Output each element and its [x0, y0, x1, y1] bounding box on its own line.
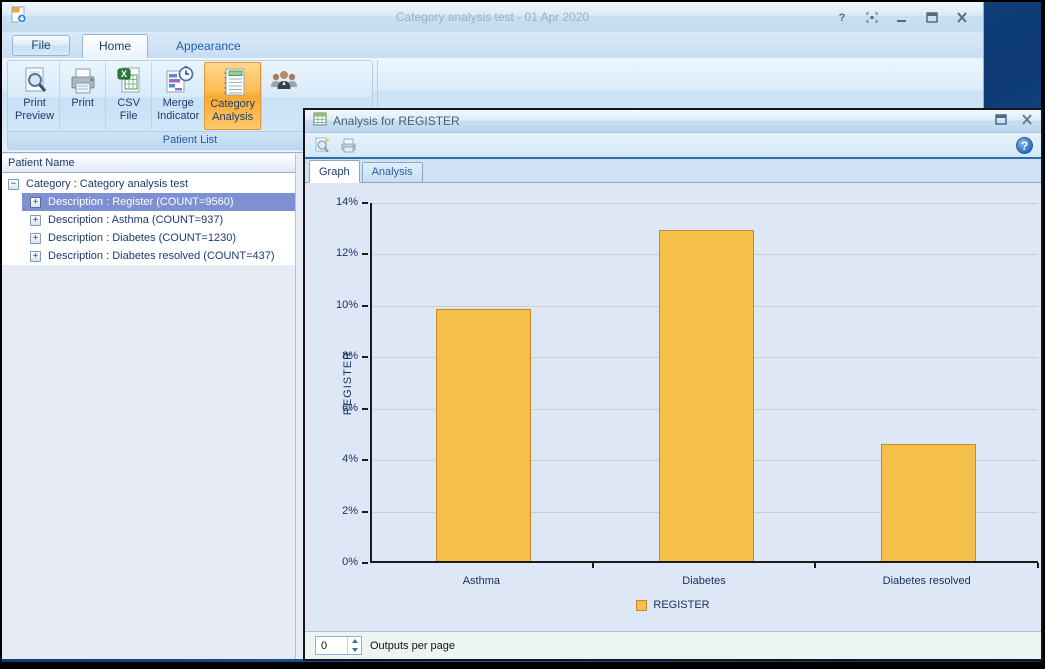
maximize-icon[interactable]	[925, 11, 939, 23]
outputs-per-page-label: Outputs per page	[370, 639, 456, 652]
ribbon-button-category-analysis[interactable]: Category Analysis	[204, 62, 261, 130]
y-axis-tick	[362, 356, 368, 359]
analysis-window-icon	[313, 112, 327, 131]
tab-appearance[interactable]: Appearance	[160, 35, 257, 58]
ribbon-tabs-row: File Home Appearance	[2, 32, 983, 58]
analysis-window-title: Analysis for REGISTER	[333, 114, 460, 128]
y-tick-label: 8%	[342, 350, 358, 363]
x-axis-tick	[1037, 563, 1039, 568]
x-category-label: Asthma	[462, 575, 500, 587]
expand-icon[interactable]: +	[30, 196, 41, 208]
tab-home[interactable]: Home	[82, 34, 149, 58]
spinner-up-icon[interactable]	[348, 637, 361, 646]
tab-file[interactable]: File	[12, 35, 70, 56]
y-axis-tick	[362, 253, 368, 256]
y-tick-label: 4%	[342, 453, 358, 466]
print-preview-icon[interactable]	[313, 137, 330, 154]
outputs-per-page-spinner[interactable]: 0	[315, 636, 362, 655]
ribbon-button-label: Category Analysis	[210, 98, 255, 123]
minimize-icon[interactable]	[895, 11, 909, 23]
tree-root-label: Category : Category analysis test	[26, 178, 189, 190]
ribbon-button-label: CSV File	[117, 97, 140, 122]
y-axis-tick	[362, 459, 368, 462]
ribbon-button-print-preview[interactable]: Print Preview	[10, 62, 59, 130]
fullscreen-icon[interactable]	[865, 11, 879, 23]
expand-icon[interactable]: +	[30, 250, 41, 262]
tree-item-selected[interactable]: + Description : Register (COUNT=9560)	[22, 193, 295, 211]
y-tick-label: 10%	[335, 298, 358, 311]
collapse-icon[interactable]: −	[8, 178, 19, 190]
y-axis-tick	[362, 202, 368, 204]
y-tick-label: 6%	[342, 401, 358, 414]
legend-swatch	[636, 599, 648, 611]
tab-graph[interactable]: Graph	[309, 160, 360, 183]
ribbon-button-label: Print	[71, 97, 94, 109]
y-axis-tick	[362, 510, 368, 513]
svg-text:?: ?	[839, 12, 846, 23]
tree-header: Patient Name	[2, 154, 295, 173]
merge-indicator-icon	[162, 65, 194, 97]
x-category-label: Diabetes resolved	[882, 575, 971, 587]
y-axis-tick	[362, 304, 368, 307]
plot-area	[370, 203, 1038, 563]
close-icon[interactable]	[1021, 112, 1033, 130]
analysis-titlebar: Analysis for REGISTER	[305, 110, 1041, 133]
tab-analysis[interactable]: Analysis	[361, 162, 423, 182]
ribbon-button-users[interactable]	[260, 62, 307, 130]
tree-item[interactable]: + Description : Diabetes resolved (COUNT=…	[2, 247, 295, 265]
ribbon-button-merge-indicator[interactable]: Merge Indicator	[151, 62, 204, 130]
print-icon	[67, 65, 99, 97]
close-icon[interactable]	[955, 11, 969, 23]
tree-rows: − Category : Category analysis test + Descr…	[2, 173, 295, 265]
tree-item-label: Description : Diabetes resolved (COUNT=4…	[48, 250, 275, 262]
print-icon[interactable]	[340, 137, 357, 154]
y-tick-label: 2%	[342, 504, 358, 517]
y-tick-label: 12%	[335, 247, 358, 260]
screenshot-frame: Category analysis test - 01 Apr 2020 ? F…	[0, 0, 1045, 669]
tree-item[interactable]: + Description : Asthma (COUNT=937)	[2, 211, 295, 229]
x-axis-tick	[814, 563, 817, 568]
y-axis-tick	[362, 562, 368, 564]
help-icon[interactable]: ?	[1016, 136, 1033, 154]
expand-icon[interactable]: +	[30, 214, 41, 226]
ribbon-button-label: Print Preview	[15, 97, 55, 122]
analysis-toolbar: ?	[305, 133, 1041, 159]
y-axis-tick	[362, 407, 368, 410]
tree-item-label: Description : Diabetes (COUNT=1230)	[48, 232, 236, 244]
tree-item-label: Description : Register (COUNT=9560)	[48, 196, 234, 208]
bar-diabetes	[658, 230, 754, 561]
chart-legend: REGISTER	[305, 599, 1041, 611]
tree-root-category[interactable]: − Category : Category analysis test	[2, 175, 295, 193]
patient-tree-panel: Patient Name − Category : Category analys…	[2, 154, 296, 659]
spinner-value[interactable]: 0	[316, 637, 347, 654]
help-icon[interactable]: ?	[835, 11, 849, 23]
maximize-icon[interactable]	[995, 112, 1007, 130]
analysis-tabs: Graph Analysis	[305, 159, 1041, 183]
analysis-window: Analysis for REGISTER ? Graph Analysis R…	[303, 108, 1043, 661]
y-tick-label: 14%	[335, 196, 358, 208]
bar-asthma	[435, 309, 531, 561]
csv-file-icon: X	[113, 65, 145, 97]
spinner-down-icon[interactable]	[348, 646, 361, 655]
analysis-footer: 0 Outputs per page	[305, 631, 1041, 659]
chart-panel: REGISTER Asthma Diabetes Diabetes resolved…	[305, 183, 1041, 631]
gridline	[372, 203, 1038, 204]
tree-item[interactable]: + Description : Diabetes (COUNT=1230)	[2, 229, 295, 247]
expand-icon[interactable]: +	[30, 232, 41, 244]
svg-text:X: X	[121, 69, 127, 79]
ribbon-button-print[interactable]: Print	[59, 62, 105, 130]
users-icon	[268, 65, 300, 97]
bar-diabetes-resolved	[881, 443, 977, 561]
main-titlebar: Category analysis test - 01 Apr 2020 ?	[2, 2, 983, 32]
ribbon-button-label: Merge Indicator	[157, 97, 200, 122]
print-preview-icon	[19, 65, 51, 97]
x-axis-tick	[591, 563, 594, 568]
category-analysis-icon	[217, 66, 249, 98]
y-tick-label: 0%	[342, 556, 358, 568]
x-category-label: Diabetes	[682, 575, 726, 587]
ribbon-button-csv-file[interactable]: X CSV File	[105, 62, 151, 130]
x-axis-labels: Asthma Diabetes Diabetes resolved	[370, 575, 1038, 587]
legend-label: REGISTER	[653, 599, 710, 611]
tree-item-label: Description : Asthma (COUNT=937)	[48, 214, 224, 226]
